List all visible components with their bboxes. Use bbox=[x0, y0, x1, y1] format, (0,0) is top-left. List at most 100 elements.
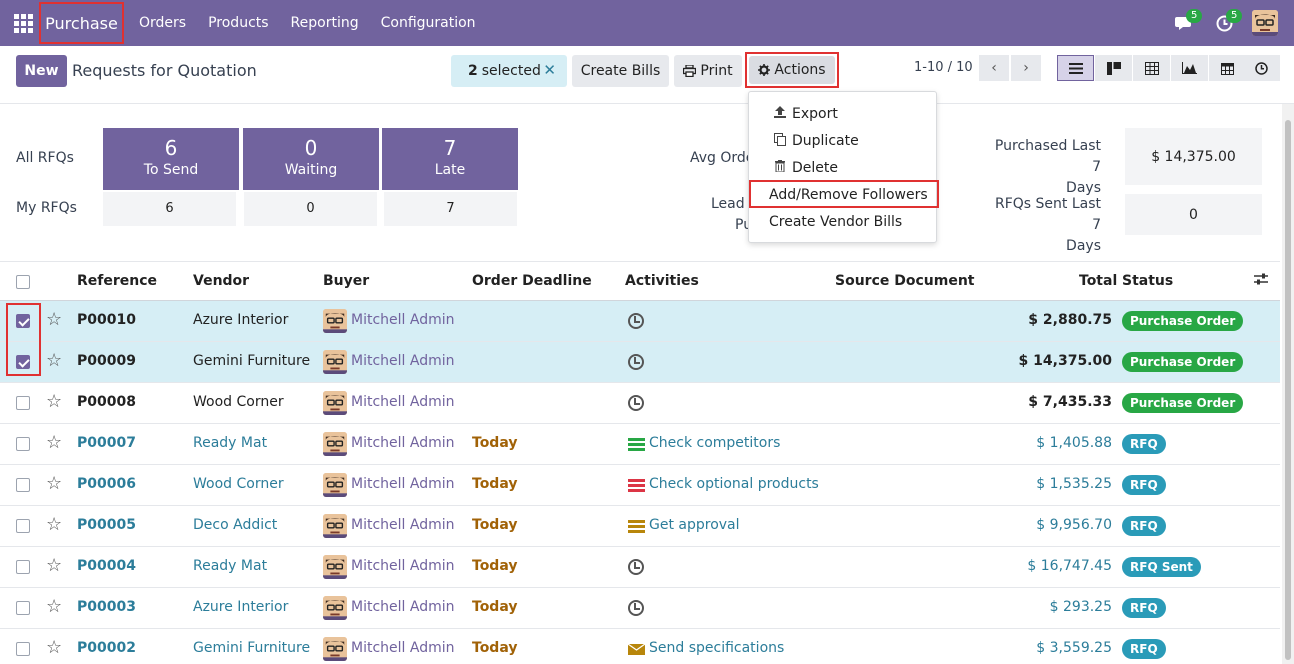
activity-type-icon[interactable] bbox=[628, 436, 645, 453]
table-row[interactable]: ☆ P00006 Wood Corner Mitchell Admin Today Che… bbox=[0, 465, 1280, 506]
row-activity-summary[interactable]: Send specifications bbox=[649, 640, 784, 656]
clock-icon[interactable] bbox=[628, 559, 644, 575]
row-vendor: Gemini Furniture bbox=[193, 640, 311, 656]
row-buyer[interactable]: Mitchell Admin bbox=[351, 312, 455, 328]
dropdown-create-vendor-bills[interactable]: Create Vendor Bills bbox=[749, 208, 938, 235]
pager-next-button[interactable]: › bbox=[1011, 55, 1041, 81]
pivot-view-button[interactable] bbox=[1133, 55, 1170, 81]
star-icon[interactable]: ☆ bbox=[46, 596, 62, 617]
app-brand[interactable]: Purchase bbox=[39, 2, 124, 44]
row-activity-summary[interactable]: Check competitors bbox=[649, 435, 780, 451]
star-icon[interactable]: ☆ bbox=[46, 555, 62, 576]
clock-icon[interactable] bbox=[628, 313, 644, 329]
clock-icon[interactable] bbox=[628, 395, 644, 411]
table-row[interactable]: ☆ P00009 Gemini Furniture Mitchell Admin $ 1… bbox=[0, 342, 1280, 383]
clock-icon[interactable] bbox=[628, 600, 644, 616]
col-status[interactable]: Status bbox=[1122, 273, 1173, 289]
row-buyer[interactable]: Mitchell Admin bbox=[351, 353, 455, 369]
scrollbar-thumb[interactable] bbox=[1285, 120, 1291, 660]
table-row[interactable]: ☆ P00003 Azure Interior Mitchell Admin Today… bbox=[0, 588, 1280, 629]
activity-type-icon[interactable] bbox=[628, 477, 645, 494]
clock-icon[interactable] bbox=[628, 354, 644, 370]
col-vendor[interactable]: Vendor bbox=[193, 273, 249, 289]
dropdown-duplicate[interactable]: Duplicate bbox=[749, 127, 938, 154]
tile-waiting-count: 0 bbox=[304, 136, 318, 160]
my-late[interactable]: 7 bbox=[384, 192, 517, 226]
dropdown-export[interactable]: Export bbox=[749, 100, 938, 127]
tile-to-send[interactable]: 6 To Send bbox=[103, 128, 239, 190]
col-order-deadline[interactable]: Order Deadline bbox=[472, 273, 592, 289]
messages-button[interactable]: 5 bbox=[1164, 0, 1204, 46]
row-checkbox[interactable] bbox=[16, 642, 30, 656]
tile-late[interactable]: 7 Late bbox=[382, 128, 518, 190]
dropdown-delete[interactable]: Delete bbox=[749, 154, 938, 181]
row-checkbox[interactable] bbox=[16, 560, 30, 574]
col-source-document[interactable]: Source Document bbox=[835, 273, 975, 289]
star-icon[interactable]: ☆ bbox=[46, 432, 62, 453]
rfqs-sent-line2: Days bbox=[1066, 238, 1101, 254]
table-row[interactable]: ☆ P00007 Ready Mat Mitchell Admin Today Check… bbox=[0, 424, 1280, 465]
row-checkbox[interactable] bbox=[16, 478, 30, 492]
row-checkbox[interactable] bbox=[16, 396, 30, 410]
table-row[interactable]: ☆ P00004 Ready Mat Mitchell Admin Today $ 16,… bbox=[0, 547, 1280, 588]
row-buyer[interactable]: Mitchell Admin bbox=[351, 599, 455, 615]
row-checkbox[interactable] bbox=[16, 601, 30, 615]
kanban-view-button[interactable] bbox=[1095, 55, 1132, 81]
menu-reporting[interactable]: Reporting bbox=[280, 15, 370, 31]
star-icon[interactable]: ☆ bbox=[46, 391, 62, 412]
row-buyer[interactable]: Mitchell Admin bbox=[351, 640, 455, 656]
row-reference: P00009 bbox=[77, 353, 136, 369]
row-checkbox[interactable] bbox=[16, 519, 30, 533]
activities-button[interactable]: 5 bbox=[1204, 0, 1244, 46]
envelope-icon[interactable] bbox=[628, 641, 645, 658]
row-activity-summary[interactable]: Check optional products bbox=[649, 476, 819, 492]
table-row[interactable]: ☆ P00010 Azure Interior Mitchell Admin $ 2,8… bbox=[0, 301, 1280, 342]
col-buyer[interactable]: Buyer bbox=[323, 273, 369, 289]
new-button[interactable]: New bbox=[16, 55, 67, 87]
pager-value[interactable]: 1-10 / 10 bbox=[914, 60, 973, 75]
activity-view-button[interactable] bbox=[1243, 55, 1280, 81]
row-vendor: Gemini Furniture bbox=[193, 353, 311, 369]
print-button[interactable]: Print bbox=[674, 55, 742, 87]
star-icon[interactable]: ☆ bbox=[46, 514, 62, 535]
star-icon[interactable]: ☆ bbox=[46, 309, 62, 330]
col-activities[interactable]: Activities bbox=[625, 273, 699, 289]
actions-button[interactable]: Actions bbox=[749, 56, 835, 84]
row-buyer[interactable]: Mitchell Admin bbox=[351, 558, 455, 574]
calendar-view-button[interactable] bbox=[1209, 55, 1246, 81]
menu-configuration[interactable]: Configuration bbox=[370, 15, 487, 31]
menu-products[interactable]: Products bbox=[197, 15, 279, 31]
create-bills-button[interactable]: Create Bills bbox=[572, 55, 669, 87]
table-row[interactable]: ☆ P00008 Wood Corner Mitchell Admin $ 7,435.… bbox=[0, 383, 1280, 424]
row-buyer[interactable]: Mitchell Admin bbox=[351, 517, 455, 533]
pager-previous-button[interactable]: ‹ bbox=[979, 55, 1009, 81]
row-buyer[interactable]: Mitchell Admin bbox=[351, 394, 455, 410]
tile-waiting[interactable]: 0 Waiting bbox=[243, 128, 379, 190]
my-waiting[interactable]: 0 bbox=[244, 192, 377, 226]
list-view-button[interactable] bbox=[1057, 55, 1094, 81]
clear-selection-icon[interactable]: ✕ bbox=[543, 61, 556, 79]
row-activity-summary[interactable]: Get approval bbox=[649, 517, 740, 533]
graph-view-button[interactable] bbox=[1171, 55, 1208, 81]
user-avatar[interactable] bbox=[1252, 10, 1278, 36]
select-all-checkbox[interactable] bbox=[16, 275, 30, 289]
menu-orders[interactable]: Orders bbox=[128, 15, 197, 31]
vertical-scrollbar[interactable] bbox=[1282, 104, 1294, 664]
star-icon[interactable]: ☆ bbox=[46, 473, 62, 494]
my-rfqs-label: My RFQs bbox=[16, 200, 77, 216]
row-deadline: Today bbox=[472, 517, 518, 533]
col-total[interactable]: Total bbox=[1079, 273, 1117, 289]
star-icon[interactable]: ☆ bbox=[46, 637, 62, 658]
activity-type-icon[interactable] bbox=[628, 518, 645, 535]
col-reference[interactable]: Reference bbox=[77, 273, 157, 289]
my-to-send[interactable]: 6 bbox=[103, 192, 236, 226]
table-row[interactable]: ☆ P00002 Gemini Furniture Mitchell Admin Tod… bbox=[0, 629, 1280, 664]
row-total: $ 293.25 bbox=[1049, 599, 1112, 615]
table-row[interactable]: ☆ P00005 Deco Addict Mitchell Admin Today Get… bbox=[0, 506, 1280, 547]
row-checkbox[interactable] bbox=[16, 437, 30, 451]
all-rfqs-label: All RFQs bbox=[16, 150, 74, 166]
row-buyer[interactable]: Mitchell Admin bbox=[351, 435, 455, 451]
star-icon[interactable]: ☆ bbox=[46, 350, 62, 371]
row-buyer[interactable]: Mitchell Admin bbox=[351, 476, 455, 492]
column-settings-icon[interactable] bbox=[1254, 272, 1268, 286]
